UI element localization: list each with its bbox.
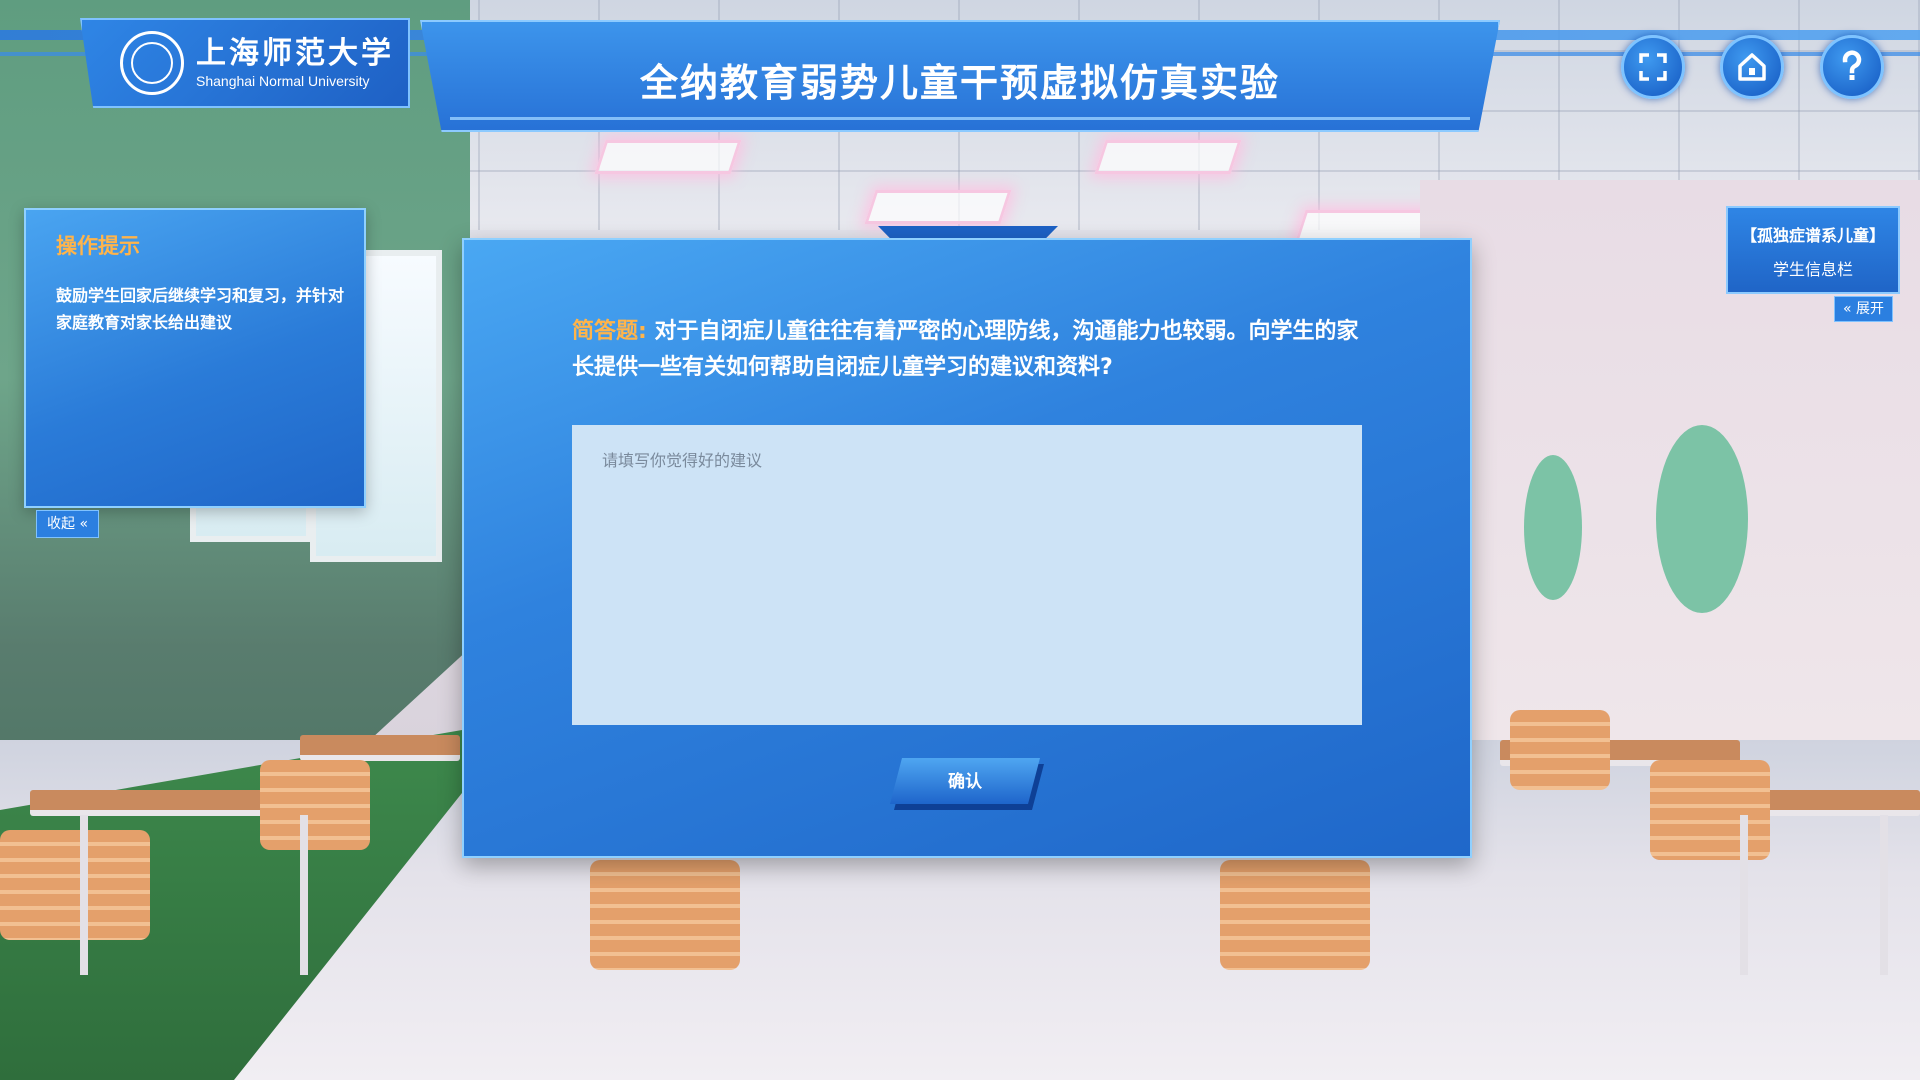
- student-info-tag[interactable]: 【孤独症谱系儿童】 学生信息栏: [1726, 206, 1900, 294]
- chair: [590, 860, 740, 970]
- student-info-label: 学生信息栏: [1772, 260, 1853, 279]
- answer-textarea[interactable]: [572, 425, 1362, 725]
- tips-body: 鼓励学生回家后继续学习和复习，并针对家庭教育对家长给出建议: [56, 286, 345, 332]
- fullscreen-icon: [1639, 53, 1667, 81]
- question: 简答题: 对于自闭症儿童往往有着严密的心理防线，沟通能力也较弱。向学生的家长提供…: [572, 314, 1372, 386]
- fullscreen-button[interactable]: [1621, 35, 1685, 99]
- home-button[interactable]: [1720, 35, 1784, 99]
- chair: [1650, 760, 1770, 860]
- operation-tips-panel: 操作提示 鼓励学生回家后继续学习和复习，并针对家庭教育对家长给出建议: [24, 208, 366, 508]
- chair: [1510, 710, 1610, 790]
- question-type-label: 简答题:: [572, 319, 647, 344]
- double-chevron-left-icon: «: [79, 516, 89, 532]
- confirm-button[interactable]: 确认: [890, 758, 1040, 804]
- desk: [300, 735, 460, 761]
- desk-leg: [80, 815, 88, 975]
- collapse-label: 收起: [47, 516, 75, 532]
- wall-decoration: [1656, 425, 1748, 613]
- expand-label: 展开: [1856, 301, 1885, 317]
- ceiling-light: [1094, 140, 1242, 174]
- expand-button[interactable]: « 展开: [1834, 296, 1894, 322]
- ceiling-light: [594, 140, 742, 174]
- desk-leg: [1740, 815, 1748, 975]
- help-button[interactable]: [1820, 35, 1884, 99]
- collapse-button[interactable]: 收起 «: [36, 510, 100, 538]
- question-text: 对于自闭症儿童往往有着严密的心理防线，沟通能力也较弱。向学生的家长提供一些有关如…: [572, 319, 1359, 380]
- question-dialog: 简答题: 对于自闭症儿童往往有着严密的心理防线，沟通能力也较弱。向学生的家长提供…: [462, 238, 1472, 858]
- student-type-label: 【孤独症谱系儿童】: [1740, 226, 1885, 245]
- wall-decoration: [1524, 455, 1582, 600]
- home-icon: [1738, 53, 1766, 81]
- chair: [0, 830, 150, 940]
- help-icon: [1842, 50, 1862, 80]
- desk-leg: [300, 815, 308, 975]
- ceiling-light: [864, 190, 1012, 224]
- chair: [1220, 860, 1370, 970]
- desk-leg: [1880, 815, 1888, 975]
- tips-title: 操作提示: [56, 234, 140, 258]
- double-chevron-left-icon: «: [1843, 301, 1852, 317]
- chair: [260, 760, 370, 850]
